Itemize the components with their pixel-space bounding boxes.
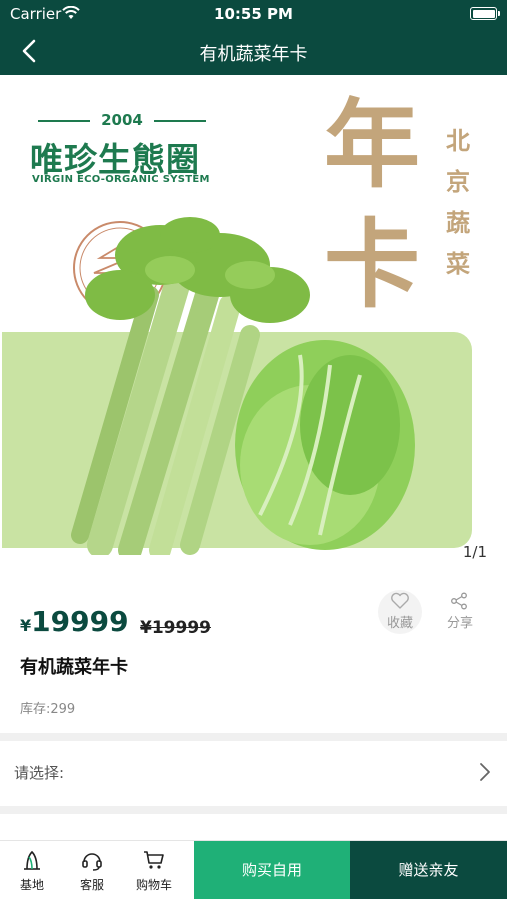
share-icon[interactable] — [450, 592, 468, 610]
side-char: 蔬 — [446, 209, 470, 237]
side-char: 菜 — [446, 250, 470, 278]
headset-icon — [82, 853, 102, 871]
cart-icon — [144, 851, 164, 869]
buy-for-self-button[interactable]: 购买自用 — [194, 841, 350, 899]
banner-side-text: 北 京 蔬 菜 — [441, 121, 475, 285]
spec-select-row[interactable]: 请选择: — [0, 741, 507, 806]
top-bar: Carrier 10:55 PM 有机蔬菜年卡 — [0, 0, 507, 75]
product-name: 有机蔬菜年卡 — [20, 657, 128, 678]
clock: 10:55 PM — [214, 5, 293, 23]
favorite-label[interactable]: 收藏 — [380, 612, 420, 631]
banner-big-year: 年 — [324, 89, 420, 201]
original-price: ¥19999 — [140, 618, 211, 638]
currency-symbol: ¥ — [20, 616, 32, 635]
divider — [0, 733, 507, 741]
tab-cart[interactable]: 购物车 — [124, 841, 184, 899]
side-char: 京 — [446, 168, 470, 196]
plant-icon — [24, 850, 40, 870]
share-label[interactable]: 分享 — [440, 612, 480, 631]
current-price: ¥19999 — [20, 605, 129, 638]
price-value: 19999 — [31, 605, 129, 638]
heart-icon[interactable] — [390, 592, 410, 610]
spec-select-label: 请选择: — [14, 764, 65, 782]
tab-cart-label: 购物车 — [135, 878, 172, 892]
product-banner[interactable]: 2004 唯珍生態圈 VIRGIN ECO-ORGANIC SYSTEM 年 卡… — [0, 75, 507, 575]
tab-service-label: 客服 — [79, 878, 104, 892]
bottom-action-bar: 基地 客服 购物车 购买自用 赠送亲友 — [0, 840, 507, 900]
nav-bar: 有机蔬菜年卡 — [0, 28, 507, 75]
logo-subtitle: VIRGIN ECO-ORGANIC SYSTEM — [32, 174, 210, 185]
divider — [0, 806, 507, 814]
logo-year: 2004 — [32, 111, 212, 129]
vegetable-image — [71, 217, 415, 555]
side-char: 北 — [446, 127, 470, 155]
page-indicator: 1/1 — [462, 543, 487, 561]
status-bar: Carrier 10:55 PM — [0, 0, 507, 28]
tab-service[interactable]: 客服 — [62, 841, 122, 899]
tab-base-label: 基地 — [19, 878, 44, 892]
page-title: 有机蔬菜年卡 — [199, 44, 308, 65]
chevron-right-icon — [480, 763, 490, 781]
gift-to-family-button[interactable]: 赠送亲友 — [350, 841, 507, 899]
tab-base[interactable]: 基地 — [2, 841, 62, 899]
battery-icon — [470, 7, 500, 20]
stock-count: 库存:299 — [20, 702, 76, 717]
